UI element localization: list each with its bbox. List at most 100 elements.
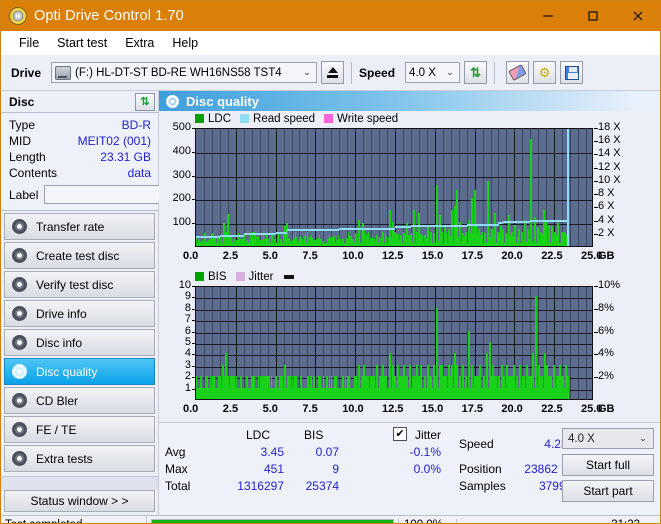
data-line-segment bbox=[530, 220, 554, 222]
data-bar bbox=[347, 376, 348, 399]
data-bar bbox=[556, 388, 557, 399]
y-axis-tick bbox=[192, 297, 195, 298]
sync-icon: ⇅ bbox=[140, 95, 149, 108]
data-bar bbox=[265, 241, 266, 246]
tools-button[interactable]: ⚙ bbox=[533, 61, 556, 84]
data-bar bbox=[236, 376, 237, 399]
sidebar-item-create-test-disc[interactable]: Create test disc bbox=[4, 242, 155, 269]
x-axis-unit-label: GB bbox=[598, 250, 615, 262]
save-button[interactable] bbox=[560, 61, 583, 84]
data-bar bbox=[497, 388, 498, 399]
sidebar-item-disc-quality[interactable]: Disc quality bbox=[4, 358, 155, 385]
start-part-button[interactable]: Start part bbox=[562, 480, 654, 502]
data-bar bbox=[254, 237, 255, 246]
x-axis-tick-label: 2.5 bbox=[223, 250, 238, 262]
data-bar bbox=[539, 242, 540, 246]
x-axis-tick-label: 0.0 bbox=[183, 403, 198, 415]
data-bar bbox=[379, 376, 380, 399]
data-line-segment bbox=[339, 228, 363, 230]
legend-label: Read speed bbox=[253, 113, 315, 125]
sidebar-item-extra-tests[interactable]: Extra tests bbox=[4, 445, 155, 472]
data-bar bbox=[405, 235, 406, 246]
chart-ldc-speed: LDC Read speed Write speed 100 200 300 400 5… bbox=[159, 111, 660, 269]
elapsed-time: 31:23 bbox=[456, 519, 646, 524]
data-bar bbox=[499, 376, 500, 399]
data-bar bbox=[362, 376, 363, 399]
sidebar-item-verify-test-disc[interactable]: Verify test disc bbox=[4, 271, 155, 298]
sidebar-item-disc-info[interactable]: Disc info bbox=[4, 329, 155, 356]
data-bar bbox=[209, 238, 210, 246]
data-line-segment bbox=[503, 221, 522, 223]
menu-file[interactable]: File bbox=[10, 34, 48, 52]
sidebar-item-cd-bler[interactable]: CD Bler bbox=[4, 387, 155, 414]
data-bar bbox=[524, 376, 525, 399]
data-bar bbox=[440, 240, 441, 246]
refresh-button[interactable]: ⇅ bbox=[464, 61, 487, 84]
data-bar bbox=[420, 376, 421, 399]
start-full-button[interactable]: Start full bbox=[562, 454, 654, 476]
cursor-marker-icon bbox=[284, 275, 294, 279]
jitter-checkbox[interactable]: ✔ bbox=[393, 427, 407, 441]
legend-item-write-speed: Write speed bbox=[324, 113, 398, 125]
data-line-segment bbox=[307, 229, 339, 231]
data-bar bbox=[399, 376, 400, 399]
menu-help[interactable]: Help bbox=[163, 34, 207, 52]
y2-axis-tick bbox=[594, 194, 598, 195]
data-bar bbox=[199, 388, 200, 399]
sidebar-item-transfer-rate[interactable]: Transfer rate bbox=[4, 213, 155, 240]
status-window-button[interactable]: Status window > > bbox=[4, 490, 155, 512]
data-bar bbox=[214, 376, 215, 399]
data-line-segment bbox=[483, 224, 499, 226]
data-bar bbox=[378, 388, 379, 399]
data-bar bbox=[362, 239, 363, 246]
speed-select[interactable]: 4.0 X ⌄ bbox=[405, 62, 460, 83]
data-bar bbox=[258, 376, 259, 399]
stats-col-bis: BIS bbox=[304, 428, 323, 442]
data-bar bbox=[530, 139, 532, 246]
data-bar bbox=[261, 376, 262, 399]
speed-stat-label: Speed bbox=[459, 437, 494, 451]
drive-select[interactable]: (F:) HL-DT-ST BD-RE WH16NS58 TST4 ⌄ bbox=[51, 62, 317, 83]
progress-container bbox=[146, 516, 398, 524]
y-axis-tick-label: 7 bbox=[185, 313, 191, 325]
data-bar bbox=[462, 242, 463, 246]
data-bar bbox=[532, 241, 533, 246]
data-bar bbox=[294, 388, 295, 399]
sidebar-item-fe-te[interactable]: FE / TE bbox=[4, 416, 155, 443]
disc-refresh-button[interactable]: ⇅ bbox=[135, 93, 155, 111]
sidebar-item-drive-info[interactable]: Drive info bbox=[4, 300, 155, 327]
data-line-segment bbox=[220, 235, 244, 237]
y-axis-tick bbox=[192, 176, 195, 177]
menu-extra[interactable]: Extra bbox=[116, 34, 163, 52]
test-speed-select[interactable]: 4.0 X ⌄ bbox=[562, 428, 654, 449]
sidebar: Disc ⇅ Type BD-R MID MEIT02 (001) Length… bbox=[1, 91, 159, 515]
sidebar-item-label: CD Bler bbox=[36, 394, 78, 408]
data-bar bbox=[444, 236, 445, 246]
disc-info-key: Length bbox=[9, 149, 46, 165]
y-axis-tick bbox=[192, 320, 195, 321]
sidebar-item-label: Create test disc bbox=[36, 249, 119, 263]
sidebar-item-label: Disc quality bbox=[36, 365, 97, 379]
erase-button[interactable] bbox=[506, 61, 529, 84]
x-axis-tick-label: 5.0 bbox=[263, 403, 278, 415]
data-bar bbox=[264, 376, 265, 399]
maximize-button[interactable] bbox=[570, 1, 615, 31]
toolbar-separator-1 bbox=[351, 62, 352, 84]
data-bar bbox=[449, 237, 450, 246]
data-bar bbox=[395, 239, 396, 246]
close-button[interactable] bbox=[615, 1, 660, 31]
data-bar bbox=[389, 376, 390, 399]
data-bar bbox=[301, 388, 302, 399]
data-bar bbox=[457, 242, 458, 246]
x-axis-tick-label: 20.0 bbox=[501, 250, 522, 262]
disc-label-key: Label bbox=[9, 188, 38, 202]
menu-start-test[interactable]: Start test bbox=[48, 34, 116, 52]
disc-info-row-mid: MID MEIT02 (001) bbox=[9, 133, 151, 149]
data-bar bbox=[311, 376, 312, 399]
y2-axis-tick bbox=[594, 128, 598, 129]
data-line-segment bbox=[287, 229, 308, 231]
data-line-segment bbox=[244, 233, 276, 235]
eject-button[interactable] bbox=[321, 61, 344, 84]
minimize-button[interactable] bbox=[525, 1, 570, 31]
resize-grip-icon[interactable] bbox=[646, 516, 660, 524]
